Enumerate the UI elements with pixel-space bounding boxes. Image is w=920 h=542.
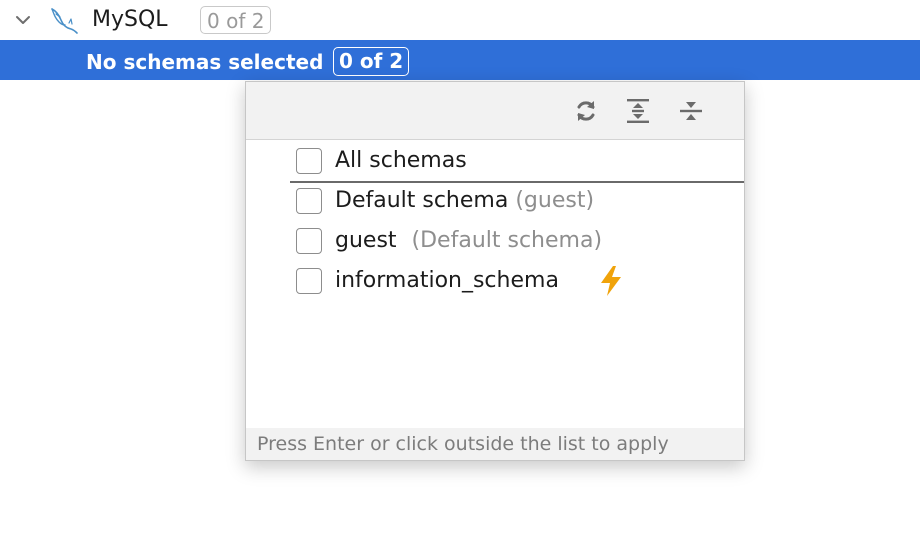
guest-label-group: guest (Default schema) bbox=[335, 227, 602, 255]
default-schema-checkbox[interactable] bbox=[296, 188, 322, 214]
guest-checkbox[interactable] bbox=[296, 228, 322, 254]
tree-row-mysql[interactable]: MySQL 0 of 2 bbox=[0, 0, 920, 40]
schema-count-badge[interactable]: 0 of 2 bbox=[333, 47, 410, 76]
default-schema-label: Default schema bbox=[335, 188, 509, 213]
lightning-bolt-icon bbox=[601, 266, 621, 296]
selected-row-label: No schemas selected bbox=[86, 50, 324, 74]
schema-option-default-schema[interactable]: Default schema (guest) bbox=[246, 182, 744, 222]
refresh-icon[interactable] bbox=[571, 96, 601, 126]
schema-option-information-schema[interactable]: information_schema bbox=[246, 262, 744, 302]
information-schema-checkbox[interactable] bbox=[296, 268, 322, 294]
expand-all-icon[interactable] bbox=[623, 96, 653, 126]
schema-selector-popup: All schemas Default schema (guest) guest… bbox=[245, 81, 745, 461]
popup-toolbar bbox=[246, 82, 744, 140]
schema-option-all-schemas[interactable]: All schemas bbox=[246, 142, 744, 182]
connection-label: MySQL bbox=[92, 7, 168, 32]
collapse-all-icon[interactable] bbox=[676, 96, 706, 126]
default-schema-label-group: Default schema (guest) bbox=[335, 187, 594, 215]
footer-hint-text: Press Enter or click outside the list to… bbox=[257, 433, 669, 455]
tree-row-schemas-selected[interactable]: No schemas selected 0 of 2 bbox=[0, 40, 920, 80]
information-schema-label: information_schema bbox=[335, 268, 559, 293]
mysql-dolphin-icon bbox=[51, 8, 78, 34]
all-schemas-label: All schemas bbox=[335, 148, 467, 173]
all-schemas-checkbox[interactable] bbox=[296, 148, 322, 174]
schema-option-guest[interactable]: guest (Default schema) bbox=[246, 222, 744, 262]
guest-label: guest bbox=[335, 228, 397, 253]
chevron-down-icon[interactable] bbox=[14, 11, 32, 29]
guest-hint: (Default schema) bbox=[411, 228, 603, 253]
connection-schema-count-badge: 0 of 2 bbox=[200, 6, 272, 34]
default-schema-hint: (guest) bbox=[515, 188, 595, 213]
popup-footer: Press Enter or click outside the list to… bbox=[246, 428, 744, 460]
